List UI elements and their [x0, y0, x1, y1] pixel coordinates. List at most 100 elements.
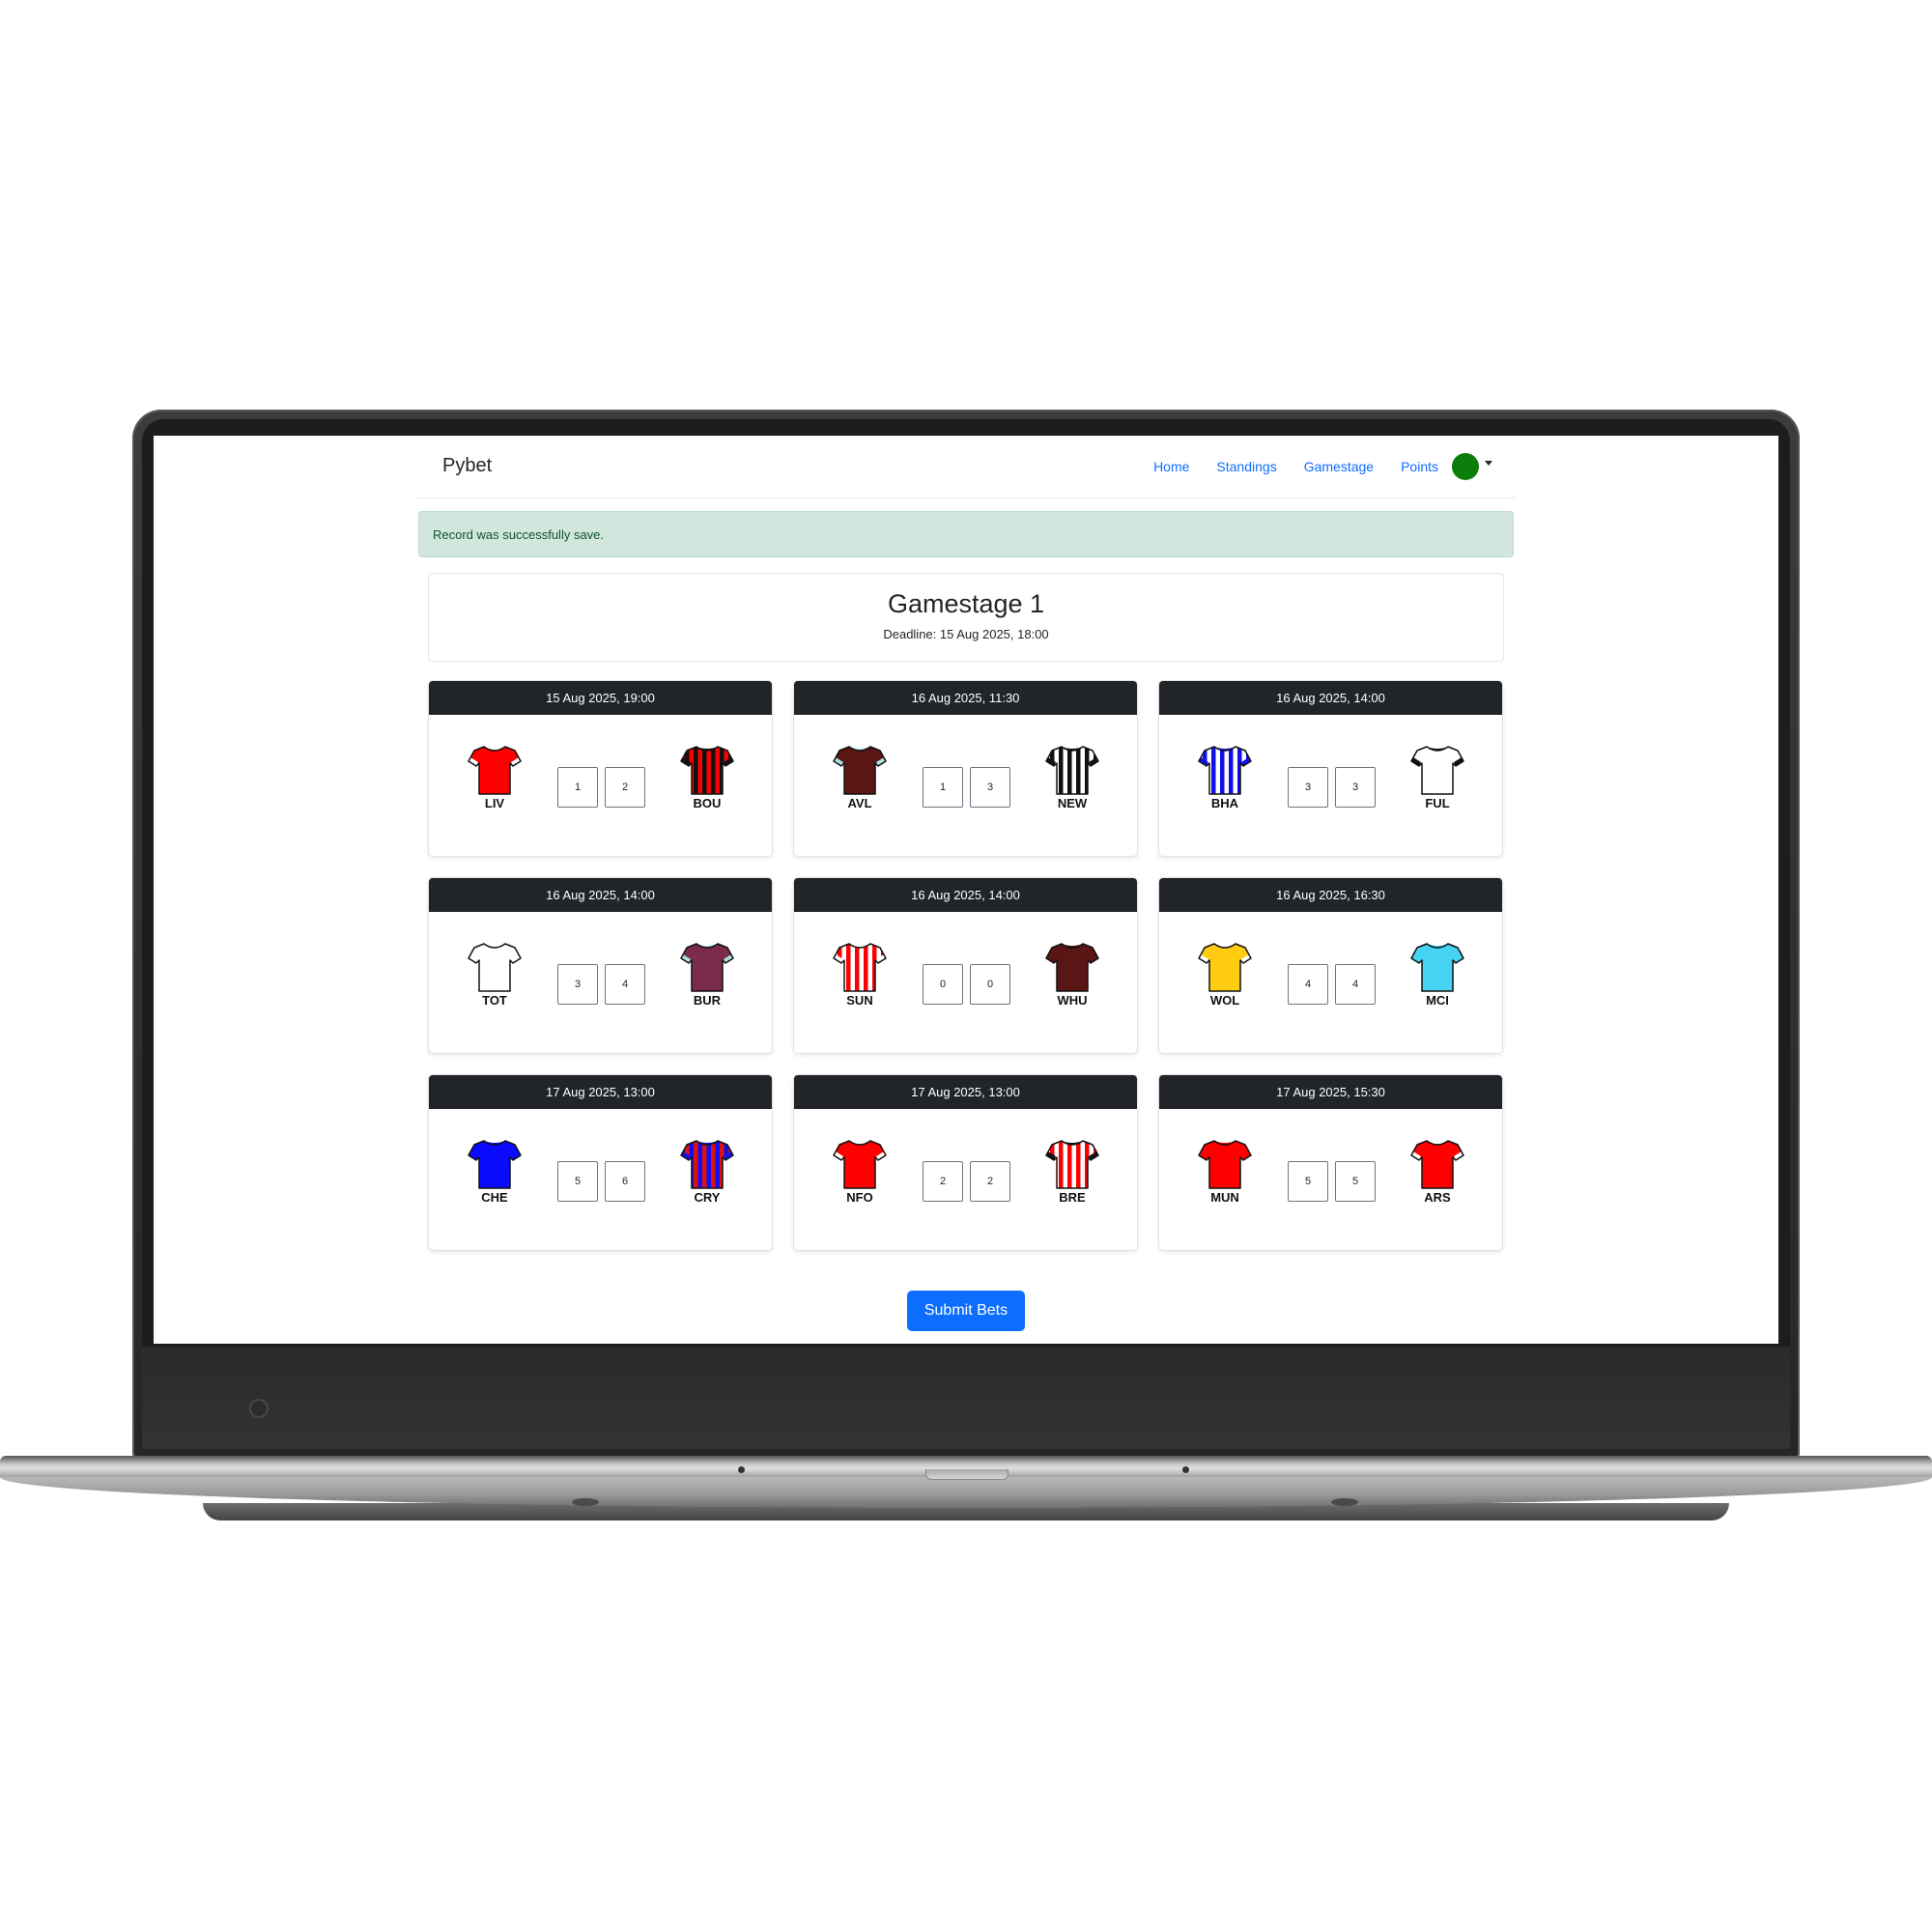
match-card: 16 Aug 2025, 16:30 WOL MCI — [1158, 877, 1503, 1054]
match-body: CHE CRY — [429, 1109, 772, 1250]
match-card: 16 Aug 2025, 11:30 AVL NEW — [793, 680, 1138, 857]
home-team-code: CHE — [481, 1190, 508, 1205]
brand-logo[interactable]: Pybet — [442, 455, 492, 477]
away-team: BOU — [668, 744, 746, 810]
shirt-icon — [1399, 941, 1476, 993]
nav-home-link[interactable]: Home — [1153, 459, 1189, 474]
match-card: 17 Aug 2025, 13:00 CHE CRY — [428, 1074, 773, 1251]
gamestage-header: Gamestage 1 Deadline: 15 Aug 2025, 18:00 — [428, 573, 1504, 662]
match-body: BHA FUL — [1159, 715, 1502, 856]
away-team-code: BUR — [693, 993, 722, 1008]
match-body: SUN WHU — [794, 912, 1137, 1053]
away-score-input[interactable] — [1335, 964, 1376, 1005]
away-team: CRY — [668, 1138, 746, 1205]
match-datetime: 15 Aug 2025, 19:00 — [429, 681, 772, 715]
deadline-text: Deadline: 15 Aug 2025, 18:00 — [883, 627, 1049, 641]
home-team-code: WOL — [1209, 993, 1240, 1008]
shirt-icon — [1186, 1138, 1264, 1190]
match-datetime: 16 Aug 2025, 14:00 — [1159, 681, 1502, 715]
home-team-code: MUN — [1210, 1190, 1239, 1205]
success-alert: Record was successfully save. — [418, 511, 1514, 557]
home-team: BHA — [1186, 744, 1264, 810]
nav-standings-link[interactable]: Standings — [1216, 459, 1276, 474]
home-team: LIV — [456, 744, 533, 810]
away-score-input[interactable] — [605, 964, 645, 1005]
match-datetime: 17 Aug 2025, 15:30 — [1159, 1075, 1502, 1109]
away-team: FUL — [1399, 744, 1476, 810]
away-team-code: CRY — [694, 1190, 721, 1205]
match-body: AVL NEW — [794, 715, 1137, 856]
home-score-input[interactable] — [923, 767, 963, 808]
away-score-input[interactable] — [1335, 1161, 1376, 1202]
webcam-icon — [249, 1399, 269, 1418]
home-score-input[interactable] — [923, 1161, 963, 1202]
away-score-input[interactable] — [1335, 767, 1376, 808]
away-team-code: WHU — [1057, 993, 1088, 1008]
submit-bets-button[interactable]: Submit Bets — [907, 1291, 1025, 1331]
home-team-code: LIV — [484, 796, 505, 810]
away-team-code: FUL — [1425, 796, 1450, 810]
away-team-code: ARS — [1424, 1190, 1451, 1205]
match-datetime: 16 Aug 2025, 11:30 — [794, 681, 1137, 715]
laptop-notch — [925, 1469, 1009, 1480]
nav-gamestage-link[interactable]: Gamestage — [1304, 459, 1374, 474]
home-team-code: NFO — [846, 1190, 873, 1205]
match-card: 16 Aug 2025, 14:00 SUN WHU — [793, 877, 1138, 1054]
away-team-code: MCI — [1426, 993, 1449, 1008]
match-body: NFO BRE — [794, 1109, 1137, 1250]
home-team-code: BHA — [1210, 796, 1239, 810]
nav-points-link[interactable]: Points — [1401, 459, 1438, 474]
shirt-icon — [456, 744, 533, 796]
away-team: MCI — [1399, 941, 1476, 1008]
shirt-icon — [668, 1138, 746, 1190]
shirt-icon — [456, 1138, 533, 1190]
away-score-input[interactable] — [970, 964, 1010, 1005]
home-score-input[interactable] — [923, 964, 963, 1005]
shirt-icon — [1399, 744, 1476, 796]
shirt-icon — [1186, 941, 1264, 993]
shirt-icon — [1034, 1138, 1111, 1190]
home-score-input[interactable] — [557, 964, 598, 1005]
home-score-input[interactable] — [557, 767, 598, 808]
user-avatar[interactable] — [1452, 453, 1479, 480]
match-card: 16 Aug 2025, 14:00 BHA FUL — [1158, 680, 1503, 857]
shirt-icon — [821, 941, 898, 993]
match-card: 15 Aug 2025, 19:00 LIV BOU — [428, 680, 773, 857]
laptop-foot — [572, 1498, 599, 1506]
page-title: Gamestage 1 — [887, 589, 1045, 618]
away-score-input[interactable] — [605, 767, 645, 808]
match-datetime: 16 Aug 2025, 14:00 — [794, 878, 1137, 912]
away-team-code: NEW — [1057, 796, 1088, 810]
shirt-icon — [1034, 941, 1111, 993]
match-datetime: 17 Aug 2025, 13:00 — [794, 1075, 1137, 1109]
nav-links: Home Standings Gamestage Points — [1126, 436, 1516, 497]
away-team-code: BRE — [1059, 1190, 1086, 1205]
away-team: BRE — [1034, 1138, 1111, 1205]
shirt-icon — [1034, 744, 1111, 796]
shirt-icon — [1186, 744, 1264, 796]
shirt-icon — [821, 744, 898, 796]
home-team-code: AVL — [847, 796, 872, 810]
home-score-input[interactable] — [1288, 1161, 1328, 1202]
laptop-sensor — [1182, 1466, 1189, 1473]
home-team: CHE — [456, 1138, 533, 1205]
match-datetime: 16 Aug 2025, 14:00 — [429, 878, 772, 912]
away-score-input[interactable] — [970, 1161, 1010, 1202]
away-team: NEW — [1034, 744, 1111, 810]
home-team-code: TOT — [482, 993, 507, 1008]
laptop-chin — [142, 1347, 1790, 1449]
alert-message: Record was successfully save. — [433, 526, 605, 542]
match-body: TOT BUR — [429, 912, 772, 1053]
match-card: 16 Aug 2025, 14:00 TOT BUR — [428, 877, 773, 1054]
chevron-down-icon[interactable] — [1485, 460, 1492, 466]
home-score-input[interactable] — [557, 1161, 598, 1202]
away-score-input[interactable] — [970, 767, 1010, 808]
home-score-input[interactable] — [1288, 964, 1328, 1005]
home-team-code: SUN — [846, 993, 873, 1008]
home-team: NFO — [821, 1138, 898, 1205]
shirt-icon — [668, 744, 746, 796]
away-team: ARS — [1399, 1138, 1476, 1205]
away-score-input[interactable] — [605, 1161, 645, 1202]
home-score-input[interactable] — [1288, 767, 1328, 808]
match-datetime: 17 Aug 2025, 13:00 — [429, 1075, 772, 1109]
